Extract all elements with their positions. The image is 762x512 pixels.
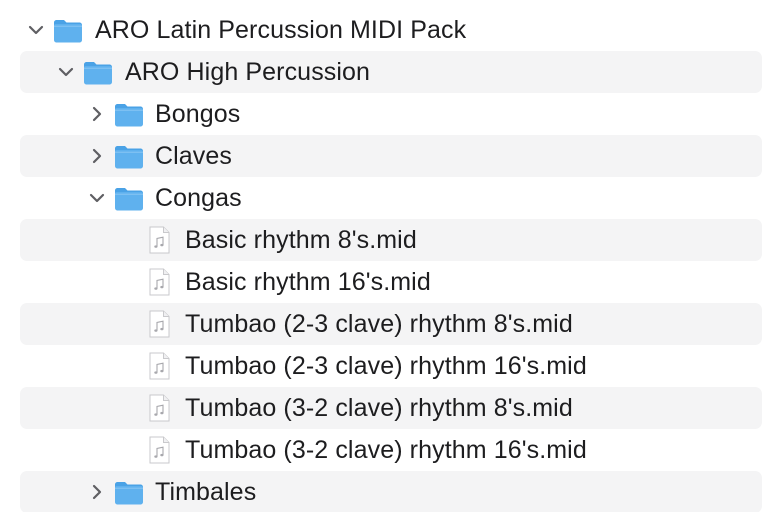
tree-item-label: Basic rhythm 8's.mid <box>185 226 417 254</box>
midi-file-icon <box>143 266 175 298</box>
midi-file-icon <box>143 308 175 340</box>
tree-row-high-percussion[interactable]: ARO High Percussion <box>20 51 762 93</box>
tree-row-claves[interactable]: Claves <box>20 135 762 177</box>
tree-row-file[interactable]: Tumbao (2-3 clave) rhythm 16's.mid <box>20 345 762 387</box>
folder-icon <box>82 56 114 88</box>
tree-item-label: ARO Latin Percussion MIDI Pack <box>95 16 467 44</box>
tree-item-label: Tumbao (3-2 clave) rhythm 8's.mid <box>185 394 573 422</box>
file-tree: ARO Latin Percussion MIDI Pack ARO High … <box>0 0 762 512</box>
chevron-right-icon[interactable] <box>88 482 106 502</box>
midi-file-icon <box>143 224 175 256</box>
tree-item-label: Basic rhythm 16's.mid <box>185 268 431 296</box>
chevron-down-icon[interactable] <box>27 20 45 40</box>
chevron-right-icon[interactable] <box>88 104 106 124</box>
folder-icon <box>52 14 84 46</box>
folder-icon <box>113 98 145 130</box>
tree-item-label: Congas <box>155 184 242 212</box>
tree-item-label: Bongos <box>155 100 241 128</box>
chevron-right-icon[interactable] <box>88 146 106 166</box>
folder-icon <box>113 140 145 172</box>
tree-item-label: Tumbao (2-3 clave) rhythm 16's.mid <box>185 352 587 380</box>
tree-row-file[interactable]: Tumbao (3-2 clave) rhythm 16's.mid <box>20 429 762 471</box>
tree-row-timbales[interactable]: Timbales <box>20 471 762 512</box>
tree-item-label: Claves <box>155 142 233 170</box>
tree-row-file[interactable]: Basic rhythm 16's.mid <box>20 261 762 303</box>
midi-file-icon <box>143 350 175 382</box>
tree-row-congas[interactable]: Congas <box>20 177 762 219</box>
chevron-down-icon[interactable] <box>57 62 75 82</box>
tree-item-label: Tumbao (2-3 clave) rhythm 8's.mid <box>185 310 573 338</box>
chevron-down-icon[interactable] <box>88 188 106 208</box>
tree-row-file[interactable]: Tumbao (2-3 clave) rhythm 8's.mid <box>20 303 762 345</box>
tree-row-file[interactable]: Basic rhythm 8's.mid <box>20 219 762 261</box>
tree-item-label: ARO High Percussion <box>125 58 371 86</box>
folder-icon <box>113 476 145 508</box>
tree-item-label: Timbales <box>155 478 257 506</box>
tree-item-label: Tumbao (3-2 clave) rhythm 16's.mid <box>185 436 587 464</box>
folder-icon <box>113 182 145 214</box>
tree-row-root[interactable]: ARO Latin Percussion MIDI Pack <box>20 9 762 51</box>
midi-file-icon <box>143 434 175 466</box>
tree-row-file[interactable]: Tumbao (3-2 clave) rhythm 8's.mid <box>20 387 762 429</box>
tree-row-bongos[interactable]: Bongos <box>20 93 762 135</box>
midi-file-icon <box>143 392 175 424</box>
